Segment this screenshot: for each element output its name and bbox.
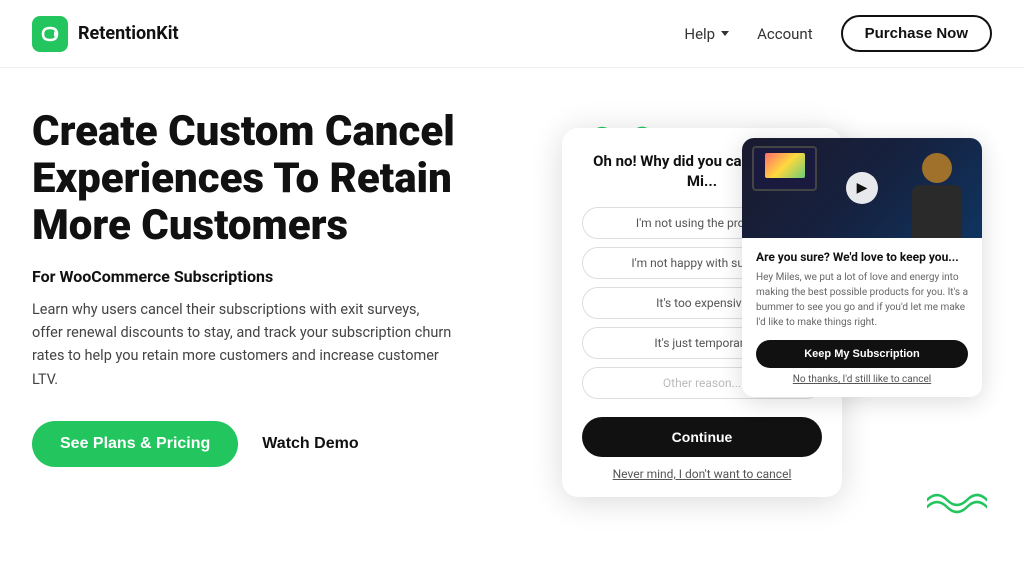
see-plans-button[interactable]: See Plans & Pricing xyxy=(32,421,238,467)
monitor-decoration xyxy=(752,146,817,191)
logo-icon xyxy=(32,16,68,52)
retention-body: Are you sure? We'd love to keep you... H… xyxy=(742,238,982,397)
main-nav: Help Account Purchase Now xyxy=(684,15,992,52)
play-button[interactable]: ▶ xyxy=(846,172,878,204)
hero-subtitle: For WooCommerce Subscriptions xyxy=(32,267,532,286)
modal-never-mind-link[interactable]: Never mind, I don't want to cancel xyxy=(582,467,822,481)
help-nav-item[interactable]: Help xyxy=(684,25,729,43)
person-silhouette xyxy=(909,153,964,238)
purchase-now-button[interactable]: Purchase Now xyxy=(841,15,992,52)
keep-subscription-button[interactable]: Keep My Subscription xyxy=(756,340,968,368)
retention-card: ▶ Are you sure? We'd love to keep you...… xyxy=(742,138,982,397)
no-thanks-link[interactable]: No thanks, I'd still like to cancel xyxy=(756,374,968,385)
logo-text: RetentionKit xyxy=(78,23,179,44)
account-nav-item[interactable]: Account xyxy=(757,25,813,43)
hero-title: Create Custom Cancel Experiences To Reta… xyxy=(32,108,532,249)
retention-title: Are you sure? We'd love to keep you... xyxy=(756,250,968,264)
modal-continue-button[interactable]: Continue xyxy=(582,417,822,457)
watch-demo-button[interactable]: Watch Demo xyxy=(262,435,358,453)
chevron-down-icon xyxy=(721,31,729,36)
cta-row: See Plans & Pricing Watch Demo xyxy=(32,421,532,467)
squiggle-decoration-3 xyxy=(927,485,987,515)
right-content: Oh no! Why did you cancel today Mi... I'… xyxy=(532,108,992,555)
video-thumbnail[interactable]: ▶ xyxy=(742,138,982,238)
left-content: Create Custom Cancel Experiences To Reta… xyxy=(32,108,532,555)
hero-description: Learn why users cancel their subscriptio… xyxy=(32,298,452,391)
logo-area: RetentionKit xyxy=(32,16,179,52)
retention-body-text: Hey Miles, we put a lot of love and ener… xyxy=(756,270,968,330)
